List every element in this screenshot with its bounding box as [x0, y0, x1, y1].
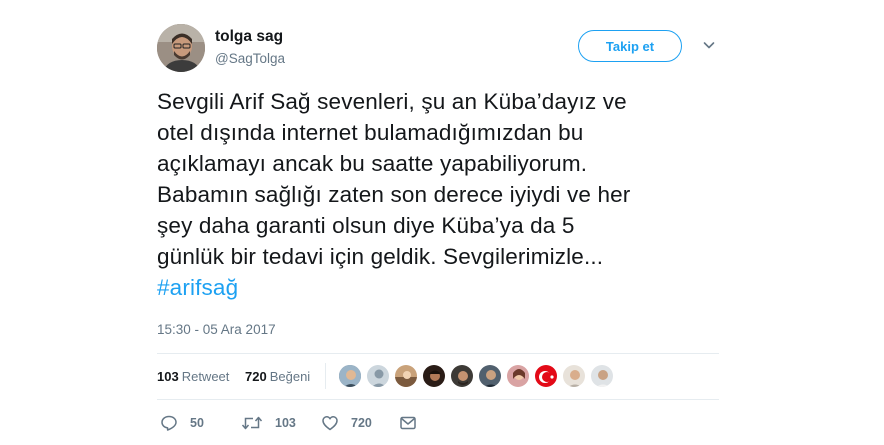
retweet-stat-count: 103	[157, 369, 179, 384]
like-stat-count: 720	[245, 369, 267, 384]
direct-message-button[interactable]	[399, 412, 417, 434]
tweet-text-line: günlük bir tedavi için geldik. Sevgileri…	[157, 244, 604, 269]
retweet-icon	[241, 416, 263, 430]
author-handle[interactable]: @SagTolga	[215, 51, 285, 66]
author-name[interactable]: tolga sag	[215, 28, 283, 46]
liker-avatar[interactable]	[366, 364, 390, 388]
heart-icon	[322, 416, 338, 431]
reply-count: 50	[190, 416, 204, 430]
message-icon	[400, 416, 416, 430]
tweet-text-line: şey daha garanti olsun diye Küba’ya da 5	[157, 213, 575, 238]
retweet-stat-label: Retweet	[181, 369, 230, 384]
retweet-count: 103	[275, 416, 296, 430]
tweet-actions: 50 103 720	[157, 410, 719, 438]
liker-avatar[interactable]	[394, 364, 418, 388]
liker-avatar[interactable]	[450, 364, 474, 388]
tweet: tolga sag @SagTolga Takip et Sevgili Ari…	[157, 0, 719, 445]
like-stat-label: Beğeni	[269, 369, 311, 384]
tweet-text-line: Babamın sağlığı zaten son derece iyiydi …	[157, 182, 631, 207]
liker-avatar[interactable]	[422, 364, 446, 388]
liker-avatar[interactable]	[562, 364, 586, 388]
tweet-text-line: Sevgili Arif Sağ sevenleri, şu an Küba’d…	[157, 89, 627, 114]
reply-button[interactable]: 50	[160, 412, 204, 434]
retweet-button[interactable]: 103	[241, 412, 296, 434]
stats-separator	[325, 363, 326, 389]
divider	[157, 399, 719, 400]
tweet-timestamp[interactable]: 15:30 - 05 Ara 2017	[157, 322, 276, 337]
liker-avatar[interactable]	[338, 364, 362, 388]
retweet-stat[interactable]: 103 Retweet	[157, 369, 229, 384]
reply-icon	[161, 415, 177, 431]
liker-avatar[interactable]	[590, 364, 614, 388]
liker-avatar[interactable]	[534, 364, 558, 388]
author-avatar[interactable]	[157, 24, 205, 72]
tweet-stats: 103 Retweet 720 Beğeni	[157, 353, 719, 399]
like-count: 720	[351, 416, 372, 430]
liker-avatar[interactable]	[478, 364, 502, 388]
like-button[interactable]: 720	[321, 412, 372, 434]
like-stat[interactable]: 720 Beğeni	[245, 369, 310, 384]
liker-avatar[interactable]	[506, 364, 530, 388]
hashtag-link[interactable]: #arifsağ	[157, 272, 719, 303]
tweet-text-line: açıklamayı ancak bu saatte yapabiliyorum…	[157, 151, 588, 176]
caret-down-icon[interactable]	[702, 38, 716, 52]
tweet-text-line: otel dışında internet bulamadığımızdan b…	[157, 120, 584, 145]
tweet-text: Sevgili Arif Sağ sevenleri, şu an Küba’d…	[157, 86, 719, 303]
follow-button[interactable]: Takip et	[578, 30, 682, 62]
